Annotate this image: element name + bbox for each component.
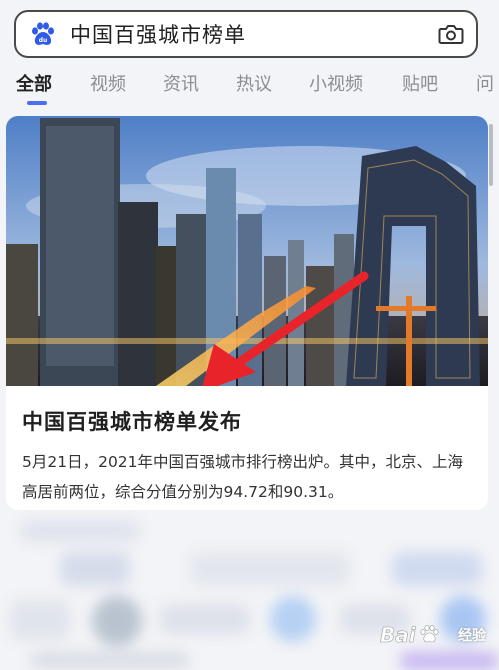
search-tabs: 全部 视频 资讯 热议 小视频 贴吧 问 (0, 68, 499, 108)
result-card[interactable]: 中国百强城市榜单发布 5月21日，2021年中国百强城市排行榜出炉。其中，北京、… (6, 116, 488, 510)
baidu-jingyan-watermark: Bai 经验 (380, 622, 486, 648)
city-skyline-image[interactable] (6, 116, 488, 386)
active-tab-indicator (27, 101, 47, 105)
search-bar[interactable]: du 中国百强城市榜单 (14, 10, 478, 58)
svg-text:Bai: Bai (380, 623, 417, 647)
camera-icon[interactable] (438, 21, 464, 47)
tab-tieba[interactable]: 贴吧 (402, 70, 438, 96)
tab-ask[interactable]: 问 (476, 70, 494, 96)
tab-all[interactable]: 全部 (16, 70, 52, 96)
baidu-logo-icon: Bai (380, 623, 439, 647)
svg-text:du: du (39, 37, 48, 44)
tab-news[interactable]: 资讯 (163, 70, 199, 96)
baidu-paw-icon: du (32, 22, 54, 45)
search-input[interactable]: 中国百强城市榜单 (70, 19, 438, 49)
tab-short-video[interactable]: 小视频 (309, 70, 363, 96)
tab-discussion[interactable]: 热议 (236, 70, 272, 96)
watermark-label: 经验 (458, 628, 486, 644)
scrollbar[interactable] (489, 124, 493, 186)
result-description: 5月21日，2021年中国百强城市排行榜出炉。其中，北京、上海高居前两位，综合分… (22, 453, 464, 501)
tab-video[interactable]: 视频 (90, 70, 126, 96)
result-title[interactable]: 中国百强城市榜单发布 (22, 406, 242, 436)
